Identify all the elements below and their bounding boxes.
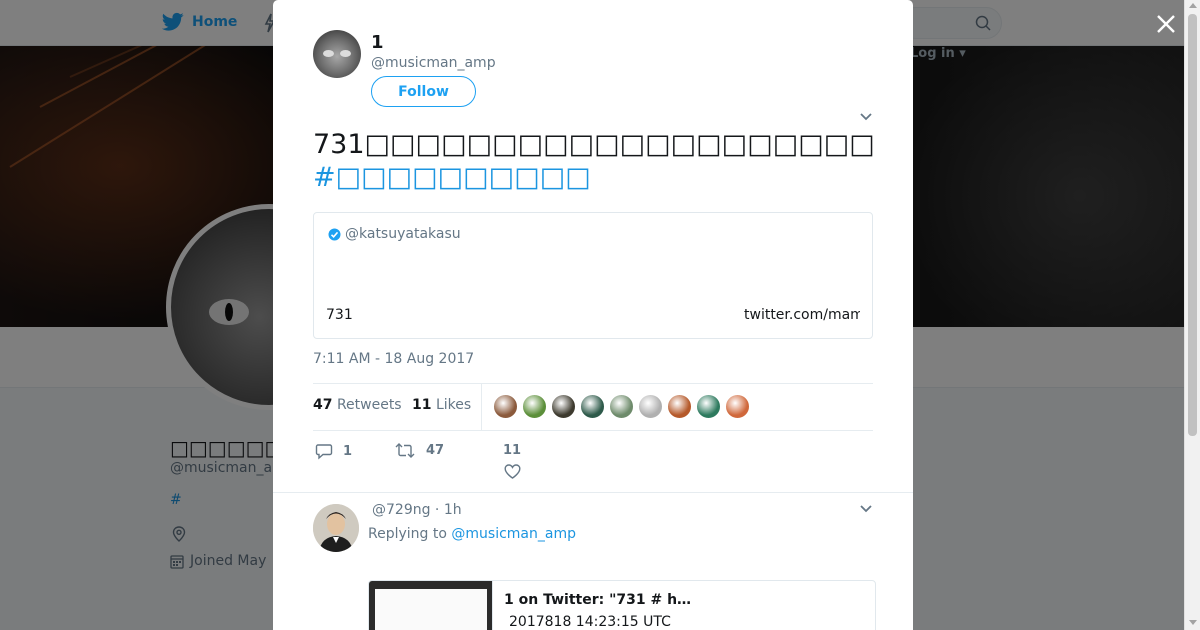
reply-button[interactable]: 1 — [315, 443, 352, 460]
liker-avatar[interactable] — [638, 394, 663, 419]
liker-avatar[interactable] — [580, 394, 605, 419]
scroll-up-arrow[interactable] — [1189, 3, 1197, 8]
tweet-timestamp[interactable]: 7:11 AM - 18 Aug 2017 — [313, 351, 474, 367]
follow-button[interactable]: Follow — [371, 76, 476, 107]
liker-avatar[interactable] — [696, 394, 721, 419]
scrollbar-thumb[interactable] — [1188, 14, 1197, 436]
liker-avatar[interactable] — [725, 394, 750, 419]
quoted-tweet-user: @katsuyatakasu — [328, 226, 461, 242]
card-thumbnail — [369, 581, 493, 630]
link-preview-card[interactable]: 1 on Twitter: "731 # h… 2017818 14:23:15… — [368, 580, 876, 630]
author-avatar[interactable] — [313, 30, 361, 78]
chevron-down-icon[interactable] — [859, 112, 873, 122]
tweet-text: 731□□□□□□□□□□□□□□□□□□□□□□□□□□□□□□□ #□□□□… — [313, 128, 873, 194]
quoted-tweet-link[interactable]: twitter.com/mam — [744, 307, 860, 323]
likes-stat[interactable]: 11 Likes — [412, 397, 471, 413]
liker-avatar[interactable] — [609, 394, 634, 419]
tweet-body: 731□□□□□□□□□□□□□□□□□□□□□□□□□□□□□□□ — [313, 129, 873, 160]
quoted-tweet[interactable]: @katsuyatakasu 731 twitter.com/mam — [313, 212, 873, 339]
reply-chevron-down-icon[interactable] — [859, 504, 873, 514]
retweets-stat[interactable]: 47 Retweets — [313, 397, 402, 413]
tweet-actions: 1 47 11 — [313, 440, 873, 490]
liker-avatar[interactable] — [551, 394, 576, 419]
tweet-permalink-modal: 1 @musicman_amp Follow 731□□□□□□□□□□□□□□… — [273, 0, 913, 630]
reply-author-avatar[interactable] — [313, 504, 359, 552]
liker-avatar[interactable] — [667, 394, 692, 419]
replying-to-link[interactable]: @musicman_amp — [451, 526, 576, 542]
card-title: 1 on Twitter: "731 # h… — [504, 592, 692, 608]
scroll-down-arrow[interactable] — [1189, 620, 1197, 625]
section-divider — [273, 492, 913, 493]
replying-to-context: Replying to @musicman_amp — [368, 526, 576, 542]
heart-icon — [504, 464, 521, 479]
retweet-button[interactable]: 47 — [394, 443, 444, 458]
quoted-tweet-text: 731 — [326, 307, 353, 323]
card-description: 2017818 14:23:15 UTC — [509, 614, 671, 630]
author-name[interactable]: 1 — [371, 32, 384, 53]
tweet-hashtag-link[interactable]: #□□□□□□□□□□ — [313, 161, 873, 194]
close-icon[interactable] — [1154, 12, 1178, 36]
quoted-tweet-handle: @katsuyatakasu — [345, 226, 461, 242]
page-scrollbar[interactable] — [1184, 0, 1200, 630]
stats-divider — [481, 384, 482, 431]
verified-badge-icon — [328, 228, 341, 240]
reply-icon — [315, 444, 333, 460]
tweet-stats: 47 Retweets 11 Likes — [313, 383, 873, 431]
liker-avatar[interactable] — [522, 394, 547, 419]
retweet-icon — [395, 443, 415, 458]
author-handle[interactable]: @musicman_amp — [371, 55, 496, 71]
reply-author-meta[interactable]: @729ng · 1h — [372, 502, 462, 518]
liker-avatar[interactable] — [493, 394, 518, 419]
like-button[interactable]: 11 — [503, 443, 521, 479]
